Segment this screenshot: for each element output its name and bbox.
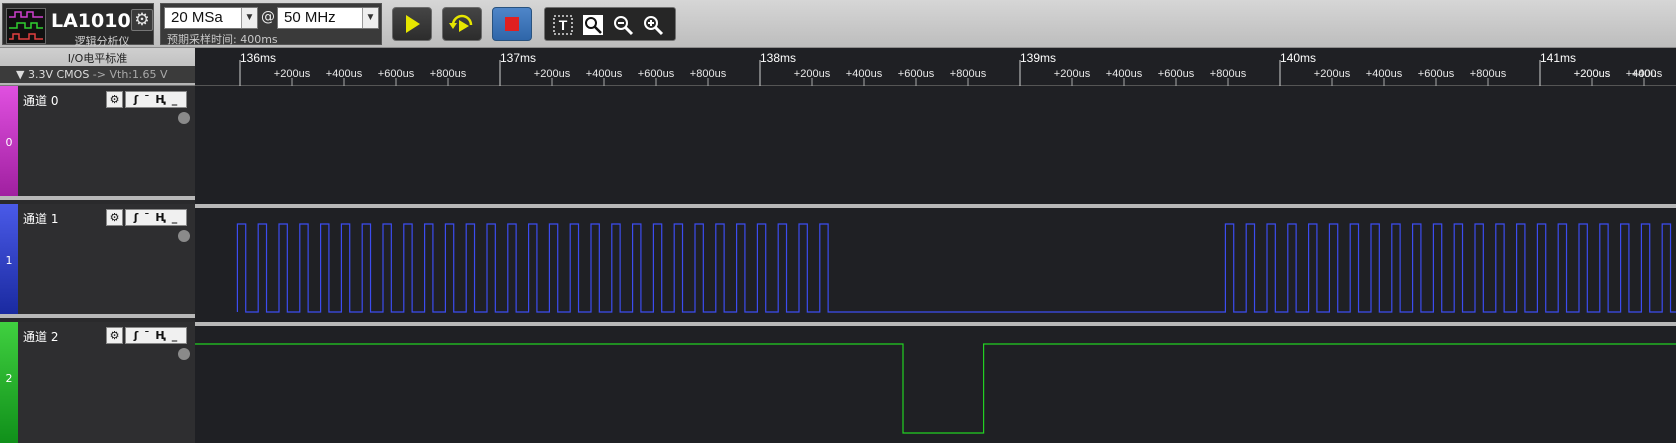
major-tick-label: 136ms <box>240 51 276 65</box>
sample-rate-value: 50 MHz <box>284 9 336 26</box>
device-settings-gear-icon[interactable]: ⚙ <box>131 9 153 31</box>
channel-name[interactable]: 通道 2 <box>23 328 58 345</box>
io-standard-value: 3.3V CMOS <box>27 68 90 81</box>
device-subtitle: 逻辑分析仪 <box>74 35 130 48</box>
major-tick-label: 138ms <box>760 51 796 65</box>
minor-tick-label: +800us <box>690 68 727 80</box>
text-tool-icon[interactable]: T <box>551 13 575 37</box>
lane-separator <box>195 322 1676 326</box>
io-standard-title: I/O电平标准 <box>67 52 128 65</box>
channel-index: 0 <box>5 136 13 149</box>
channel-gear-icon[interactable]: ⚙ <box>106 209 123 226</box>
major-tick-label: 137ms <box>500 51 536 65</box>
minor-tick-label: +400us <box>586 68 623 80</box>
channel-2-waveform <box>195 343 1676 434</box>
trigger-edge-selector[interactable]: ʃ ¯ Ⱨ _ <box>125 91 187 108</box>
repeat-run-icon <box>449 14 473 32</box>
minor-tick-label: +600us <box>1418 68 1455 80</box>
minor-tick-label: +600us <box>1158 68 1195 80</box>
estimated-sample-time: 预期采样时间: 400ms <box>167 33 278 46</box>
run-button[interactable] <box>392 7 432 41</box>
play-icon <box>406 15 420 33</box>
channel-row-1: 1 通道 1 ⚙ ʃ ¯ Ⱨ _ <box>0 204 195 318</box>
channel-status-dot <box>178 230 190 242</box>
repeat-run-button[interactable] <box>442 7 482 41</box>
minor-tick-label: +200us <box>534 68 571 80</box>
io-vth: Vth:1.65 V <box>109 68 168 81</box>
minor-tick-label: +400us <box>1366 68 1403 80</box>
minor-tick-label: +800us <box>1470 68 1507 80</box>
minor-tick-label: +800us <box>430 68 467 80</box>
io-standard-header: I/O电平标准 ▼ 3.3V CMOS -> Vth:1.65 V <box>0 48 195 86</box>
io-arrow: -> <box>92 68 106 81</box>
channel-panel: I/O电平标准 ▼ 3.3V CMOS -> Vth:1.65 V 0 通道 0… <box>0 48 195 443</box>
trigger-edge-selector[interactable]: ʃ ¯ Ⱨ _ <box>125 327 187 344</box>
minor-tick-label: +400us <box>1106 68 1143 80</box>
zoom-in-icon[interactable] <box>641 13 665 37</box>
channel-tools: ⚙ ʃ ¯ Ⱨ _ <box>106 91 187 108</box>
zoom-toolbar: T <box>544 7 676 41</box>
minor-tick-label: +200us <box>1314 68 1351 80</box>
toolbar: LA1010 ⚙ 逻辑分析仪 20 MSa ▼ @ 50 MHz ▼ 预期采样时… <box>0 0 1676 48</box>
waveform-area[interactable] <box>195 86 1676 443</box>
stop-square <box>505 17 519 31</box>
channel-name[interactable]: 通道 0 <box>23 92 58 109</box>
minor-tick-label: +200us <box>794 68 831 80</box>
sampling-panel: 20 MSa ▼ @ 50 MHz ▼ 预期采样时间: 400ms <box>160 3 382 46</box>
svg-text:T: T <box>559 17 568 33</box>
waveform-svg <box>195 223 1676 434</box>
major-tick-label: 140ms <box>1280 51 1316 65</box>
lane-separator <box>195 204 1676 208</box>
device-panel: LA1010 ⚙ 逻辑分析仪 <box>2 3 154 48</box>
at-symbol: @ <box>261 9 275 25</box>
caret-down-icon[interactable]: ▼ <box>16 68 28 81</box>
minor-tick-label: +800us <box>950 68 987 80</box>
channel-gear-icon[interactable]: ⚙ <box>106 327 123 344</box>
minor-tick-label: +200us <box>1054 68 1091 80</box>
channel-row-0: 0 通道 0 ⚙ ʃ ¯ Ⱨ _ <box>0 86 195 200</box>
device-name: LA1010 <box>51 10 131 32</box>
time-ruler-svg: 136ms +200us +400us +600us +800us 137ms +200us… <box>239 51 1663 86</box>
sample-depth-select[interactable]: 20 MSa ▼ <box>164 7 258 29</box>
logic-analyzer-app: LA1010 ⚙ 逻辑分析仪 20 MSa ▼ @ 50 MHz ▼ 预期采样时… <box>0 0 1676 443</box>
io-standard-selector[interactable]: ▼ 3.3V CMOS -> Vth:1.65 V <box>0 66 195 83</box>
minor-tick-label: +400 <box>1632 68 1657 80</box>
chevron-down-icon[interactable]: ▼ <box>241 8 257 28</box>
channel-status-dot <box>178 112 190 124</box>
chevron-down-icon[interactable]: ▼ <box>362 8 378 28</box>
minor-tick-label: +200us <box>274 68 311 80</box>
stop-icon <box>505 17 519 31</box>
channel-row-2: 2 通道 2 ⚙ ʃ ¯ Ⱨ _ <box>0 322 195 443</box>
zoom-out-icon[interactable] <box>611 13 635 37</box>
minor-tick-label: +400us <box>326 68 363 80</box>
channel-1-waveform <box>236 223 1676 313</box>
time-ruler[interactable]: 136ms +200us +400us +600us +800us 137ms +200us… <box>195 48 1676 86</box>
major-tick-label: 139ms <box>1020 51 1056 65</box>
sample-depth-value: 20 MSa <box>171 9 223 26</box>
channel-gear-icon[interactable]: ⚙ <box>106 91 123 108</box>
channel-index: 1 <box>5 254 13 267</box>
minor-tick-label: +800us <box>1210 68 1247 80</box>
minor-tick-label: +600us <box>638 68 675 80</box>
major-tick-label: 141ms <box>1540 51 1576 65</box>
channel-tools: ⚙ ʃ ¯ Ⱨ _ <box>106 209 187 226</box>
channel-name[interactable]: 通道 1 <box>23 210 58 227</box>
minor-tick-label: +600us <box>898 68 935 80</box>
channel-status-dot <box>178 348 190 360</box>
sample-rate-select[interactable]: 50 MHz ▼ <box>277 7 379 29</box>
channel-index: 2 <box>5 372 13 385</box>
minor-tick-label: +600us <box>378 68 415 80</box>
minor-tick-label: +400us <box>846 68 883 80</box>
stop-button[interactable] <box>492 7 532 41</box>
zoom-fit-icon[interactable] <box>581 13 605 37</box>
minor-tick-label: +200us <box>1574 68 1611 80</box>
trigger-edge-selector[interactable]: ʃ ¯ Ⱨ _ <box>125 209 187 226</box>
channel-tools: ⚙ ʃ ¯ Ⱨ _ <box>106 327 187 344</box>
logic-analyzer-logo-icon <box>6 8 46 44</box>
